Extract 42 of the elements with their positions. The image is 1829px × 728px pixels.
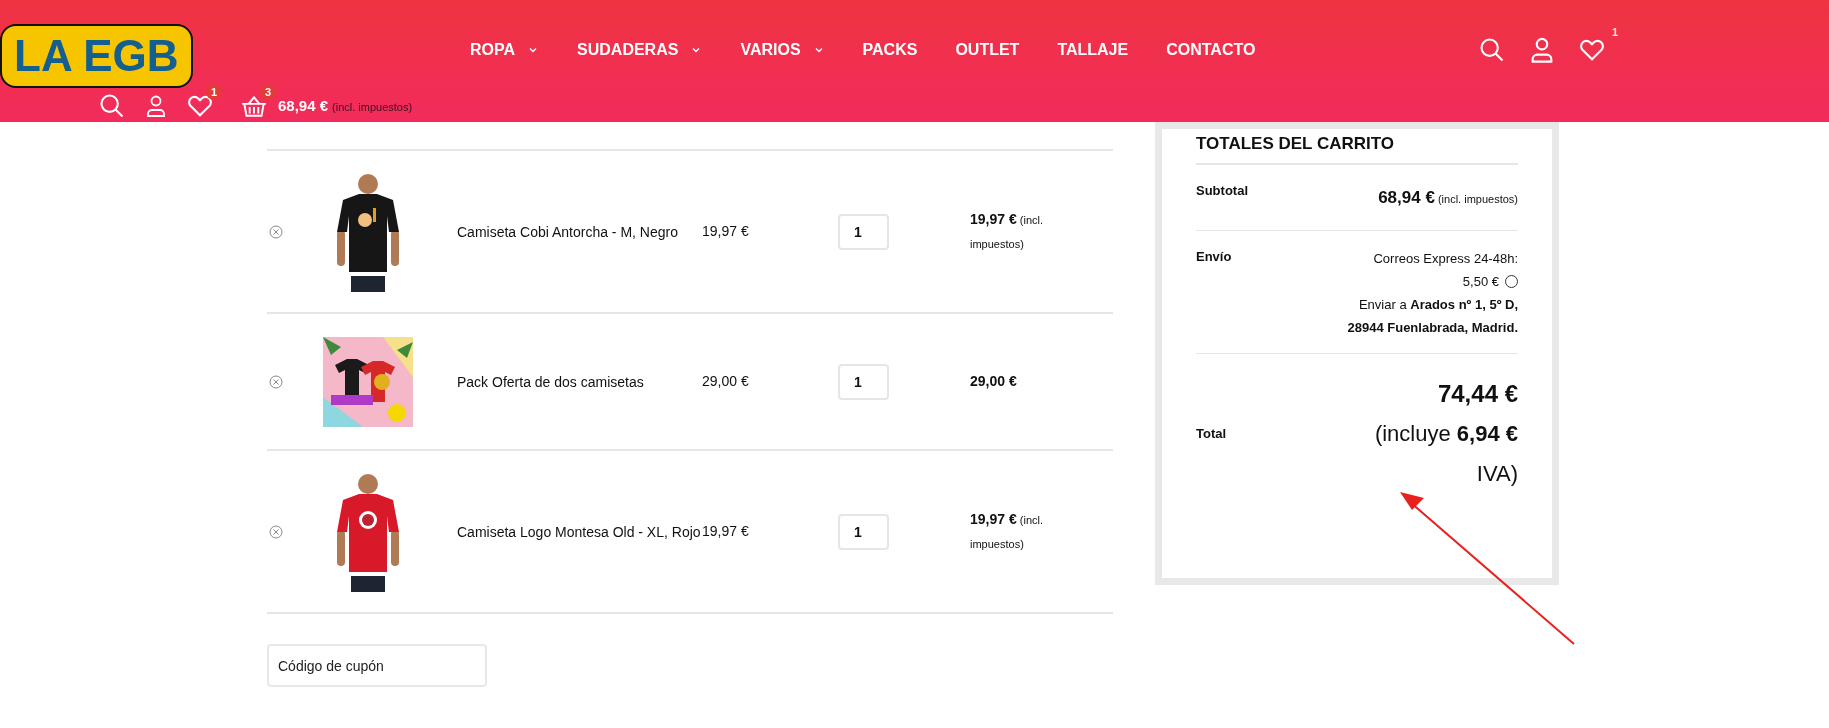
nav-link[interactable]: OUTLET [955, 38, 1020, 62]
product-price: 19,97 € [702, 522, 750, 541]
product-name[interactable]: Pack Oferta de dos camisetas [457, 369, 702, 394]
nav-link[interactable]: ROPA [470, 38, 540, 62]
tax-included: (incluye 6,94 € IVA) [1373, 420, 1518, 488]
quantity-field[interactable]: 1 [838, 513, 889, 550]
product-subtotal: 29,00 € [970, 376, 1017, 388]
user-icon[interactable] [144, 94, 168, 118]
subtotal-label: Subtotal [1196, 181, 1248, 200]
shipping-price: 5,50 € [1462, 273, 1499, 291]
shipping-label: Envío [1196, 248, 1232, 266]
remove-icon[interactable] [269, 524, 283, 539]
cart-total[interactable]: 68,94 € [278, 94, 329, 118]
cart-count: 3 [260, 84, 276, 100]
remove-icon[interactable] [269, 224, 283, 239]
product-name[interactable]: Camiseta Logo Montesa Old - XL, Rojo [457, 519, 702, 544]
totals-title: TOTALES DEL CARRITO [1196, 129, 1518, 165]
total-label: Total [1196, 425, 1227, 444]
shipping-method: Correos Express 24-48h: [1373, 250, 1518, 268]
wishlist-count: 1 [1611, 25, 1618, 40]
search-icon[interactable] [98, 92, 126, 120]
shipping-address: Enviar a Arados nº 1, 5º D, 28944 Fuenlabrada, Madrid. [1346, 296, 1518, 337]
total-value: 74,44 € [1437, 379, 1518, 409]
product-subtotal: 19,97 € (incl. impuestos) [970, 214, 1043, 250]
nav-link[interactable]: TALLAJE [1057, 38, 1129, 62]
nav-link[interactable]: SUDADERAS [577, 38, 703, 62]
product-subtotal: 19,97 € (incl. impuestos) [970, 514, 1043, 550]
nav-link[interactable]: PACKS [862, 38, 918, 62]
product-name[interactable]: Camiseta Cobi Antorcha - M, Negro [457, 219, 702, 244]
tax-note: (incl. impuestos) [332, 99, 413, 115]
coupon-field[interactable]: Código de cupón [267, 644, 487, 687]
remove-icon[interactable] [269, 374, 283, 389]
quantity-field[interactable]: 1 [838, 213, 889, 250]
quantity-field[interactable]: 1 [838, 363, 889, 400]
product-price: 29,00 € [702, 372, 750, 391]
search-icon[interactable] [1478, 36, 1506, 64]
subtotal-value: 68,94 € (incl. impuestos) [1378, 186, 1518, 209]
product-price: 19,97 € [702, 222, 750, 241]
nav-link[interactable]: VARIOS [740, 38, 825, 62]
wishlist-count: 1 [206, 84, 222, 100]
nav-link[interactable]: CONTACTO [1166, 38, 1256, 62]
logo[interactable]: LA EGB [0, 24, 193, 88]
